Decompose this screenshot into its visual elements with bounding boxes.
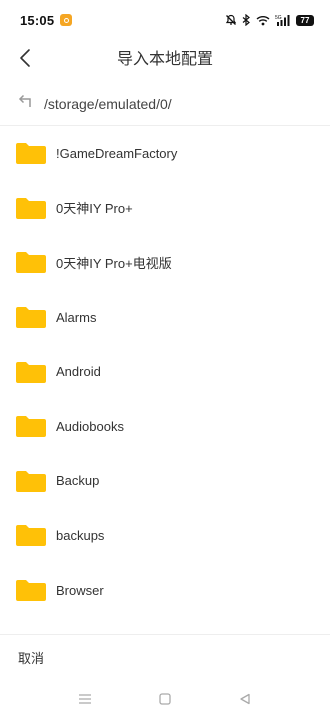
chevron-left-icon <box>19 48 31 73</box>
back-button[interactable] <box>10 44 40 76</box>
bluetooth-icon <box>242 14 251 26</box>
folder-name: backups <box>56 527 105 543</box>
folder-icon <box>16 143 46 165</box>
cancel-button[interactable]: 取消 <box>18 635 44 683</box>
parent-directory-button[interactable] <box>14 93 36 115</box>
folder-icon <box>16 416 46 438</box>
return-up-icon <box>17 93 33 114</box>
system-back-button[interactable] <box>233 689 257 713</box>
battery-icon: 77 <box>296 14 314 26</box>
folder-name: Audiobooks <box>56 418 124 434</box>
folder-name: Backup <box>56 473 100 489</box>
status-icons: 5G 77 <box>225 14 314 26</box>
folder-icon <box>16 361 46 383</box>
folder-item[interactable]: Android <box>0 344 330 399</box>
menu-icon <box>78 692 92 710</box>
recents-button[interactable] <box>73 689 97 713</box>
wifi-icon <box>256 15 270 26</box>
file-list[interactable]: !GameDreamFactory 0天神IY Pro+ 0天神IY Pro+电… <box>0 126 330 634</box>
folder-item[interactable]: backups <box>0 508 330 563</box>
folder-icon <box>16 252 46 274</box>
mute-icon <box>225 14 237 26</box>
status-bar: 15:05 5G 77 <box>0 0 330 40</box>
folder-name: 0天神IY Pro+ <box>56 201 133 217</box>
signal-5g-icon: 5G <box>275 14 291 26</box>
folder-icon <box>16 197 46 219</box>
folder-icon <box>16 470 46 492</box>
home-icon <box>159 692 171 710</box>
app-notification-icon <box>60 14 73 26</box>
folder-icon <box>16 525 46 547</box>
page-title: 导入本地配置 <box>116 51 213 68</box>
folder-item[interactable]: !GameDreamFactory <box>0 126 330 181</box>
folder-name: Browser <box>56 582 104 598</box>
folder-name: Alarms <box>56 309 97 325</box>
folder-icon <box>16 580 46 602</box>
folder-item[interactable]: Alarms <box>0 290 330 345</box>
folder-icon <box>16 307 46 329</box>
current-path: /storage/emulated/0/ <box>44 95 172 112</box>
bottom-action-bar: 取消 <box>0 634 330 682</box>
back-triangle-icon <box>239 692 251 710</box>
folder-name: !GameDreamFactory <box>56 145 178 161</box>
status-time: 15:05 <box>20 12 55 28</box>
path-bar: /storage/emulated/0/ <box>0 82 330 126</box>
folder-item[interactable]: Browser <box>0 563 330 618</box>
folder-item[interactable]: 0天神IY Pro+电视版 <box>0 235 330 290</box>
system-nav-bar <box>0 682 330 720</box>
folder-item[interactable]: Backup <box>0 454 330 509</box>
folder-name: 0天神IY Pro+电视版 <box>56 255 172 271</box>
folder-item[interactable]: 0天神IY Pro+ <box>0 181 330 236</box>
folder-name: Android <box>56 364 101 380</box>
home-button[interactable] <box>153 689 177 713</box>
folder-item[interactable] <box>0 617 330 634</box>
header: 导入本地配置 <box>0 40 330 80</box>
folder-item[interactable]: Audiobooks <box>0 399 330 454</box>
